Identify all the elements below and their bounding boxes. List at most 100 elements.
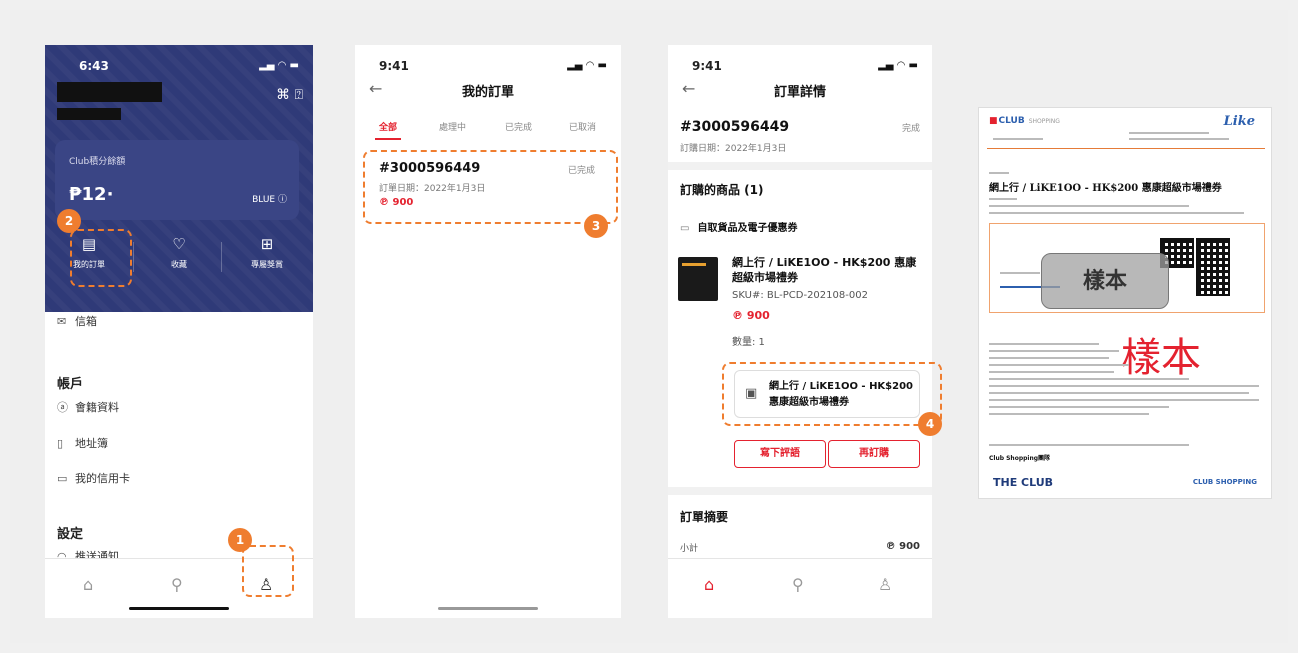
subtotal-value: ℗ 900 — [885, 541, 920, 552]
fine-print — [989, 198, 1017, 200]
tab-completed[interactable]: 已完成 — [505, 120, 532, 133]
fine-print — [989, 399, 1259, 401]
divider — [133, 242, 134, 272]
order-date: 訂購日期：2022年1月3日 — [680, 144, 787, 154]
home-tab-icon[interactable]: ⌂ — [704, 575, 714, 594]
fine-print — [989, 413, 1149, 415]
document-header: ■CLUB SHOPPING Like — [987, 114, 1265, 138]
redacted-id — [57, 108, 121, 120]
section-divider — [668, 162, 932, 170]
my-orders-screen: 9:41 ▂▄ ◠ ▬ ← 我的訂單 全部 處理中 已完成 已取消 #30005… — [355, 45, 621, 618]
signoff: Club Shopping團隊 — [989, 455, 1051, 462]
nav-favorites-label: 收藏 — [171, 260, 187, 269]
home-indicator — [129, 607, 229, 610]
order-number: #3000596449 — [680, 119, 790, 135]
product-sku: SKU#: BL-PCD-202108-002 — [732, 290, 868, 301]
inbox-label: 信箱 — [75, 315, 97, 328]
order-details-screen: 9:41 ▂▄ ◠ ▬ ← 訂單詳情 #3000596449 完成 訂購日期：2… — [668, 45, 932, 618]
points-label: Club積分餘額 — [69, 157, 126, 167]
fine-print — [989, 364, 1129, 366]
write-review-button[interactable]: 寫下評語 — [734, 440, 826, 468]
fine-print — [989, 172, 1009, 174]
status-icons: ▂▄ ◠ ▬ — [878, 60, 918, 71]
account-screen: 6:43 ▂▄ ◠ ▬ ⌘ ⍰ Club積分餘額 ₱12· BLUE ⓘ ▤ 我… — [45, 45, 313, 618]
step-badge-4: 4 — [918, 412, 942, 436]
club-shopping-logo-small: CLUB SHOPPING — [1192, 478, 1257, 486]
document-footer: THE CLUB CLUB SHOPPING — [979, 468, 1271, 498]
nav-favorites[interactable]: ♡ 收藏 — [135, 235, 223, 270]
highlight-profile-tab — [242, 545, 294, 597]
profile-row[interactable]: ⓐ 會籍資料 — [57, 399, 119, 415]
nav-bar: ← 我的訂單 — [355, 75, 621, 105]
step-badge-1: 1 — [228, 528, 252, 552]
fine-print — [989, 357, 1109, 359]
document-title: 網上行 / LiKE1OO - HK$200 惠康超級市場禮券 — [989, 183, 1222, 194]
the-club-logo: THE CLUB — [993, 476, 1054, 489]
gift-icon: ⊞ — [260, 235, 274, 253]
highlight-order-card — [363, 150, 618, 224]
fine-print — [989, 406, 1169, 408]
voucher-document: ■CLUB SHOPPING Like 網上行 / LiKE1OO - HK$20… — [978, 107, 1272, 499]
fine-print — [989, 205, 1189, 207]
nav-rewards[interactable]: ⊞ 專屬獎賞 — [223, 235, 311, 270]
card-icon: ▭ — [57, 472, 68, 485]
fine-print — [989, 343, 1099, 345]
section-divider — [668, 487, 932, 495]
tab-bar: ⌂ ⚲ ♙ — [668, 558, 932, 618]
fine-print — [989, 371, 1114, 373]
fine-print — [989, 350, 1119, 352]
search-tab-icon[interactable]: ⚲ — [792, 575, 804, 594]
status-icons: ▂▄ ◠ ▬ — [567, 60, 607, 71]
divider — [221, 242, 222, 272]
tab-underline — [375, 138, 401, 140]
address-book-row[interactable]: ▯ 地址簿 — [57, 435, 108, 451]
fine-print — [989, 385, 1259, 387]
nav-bar: ← 訂單詳情 — [668, 75, 932, 105]
inbox-row[interactable]: ✉ 信箱 — [57, 313, 97, 329]
redacted-name — [57, 82, 162, 102]
header-rule — [987, 148, 1265, 149]
order-status: 完成 — [901, 124, 920, 134]
tab-all[interactable]: 全部 — [379, 120, 397, 133]
tab-processing[interactable]: 處理中 — [439, 120, 466, 133]
account-heading: 帳戶 — [57, 377, 84, 392]
fine-print — [1129, 132, 1209, 134]
product-name[interactable]: 網上行 / LiKE1OO - HK$200 惠康超級市場禮券 — [732, 255, 922, 285]
delivery-type: ▭ 自取貨品及電子優惠券 — [680, 223, 798, 234]
status-time: 9:41 — [692, 59, 722, 73]
address-book-label: 地址簿 — [75, 437, 108, 450]
tier-label[interactable]: BLUE ⓘ — [252, 192, 287, 205]
club-shopping-logo: ■CLUB SHOPPING — [989, 116, 1060, 126]
order-tabs: 全部 處理中 已完成 已取消 — [355, 120, 621, 146]
tab-cancelled[interactable]: 已取消 — [569, 120, 596, 133]
fine-print — [989, 212, 1244, 214]
profile-label: 會籍資料 — [75, 401, 119, 414]
credit-card-label: 我的信用卡 — [75, 472, 130, 485]
product-quantity: 數量: 1 — [732, 337, 765, 348]
page-title: 訂單詳情 — [773, 85, 826, 100]
fine-print — [1129, 138, 1229, 140]
reorder-button[interactable]: 再訂購 — [828, 440, 920, 468]
points-card: Club積分餘額 ₱12· BLUE ⓘ — [55, 140, 299, 220]
scan-icon[interactable]: ⌘ ⍰ — [276, 87, 303, 103]
points-value: ₱12· — [69, 184, 114, 205]
person-icon: ⓐ — [57, 401, 68, 414]
product-thumbnail — [678, 257, 718, 301]
summary-heading: 訂單摘要 — [680, 510, 729, 524]
credit-card-row[interactable]: ▭ 我的信用卡 — [57, 470, 130, 486]
status-time: 9:41 — [379, 59, 409, 73]
fine-print — [989, 444, 1189, 446]
heart-icon: ♡ — [172, 235, 186, 253]
step-badge-3: 3 — [584, 214, 608, 238]
sample-watermark: 樣本 — [1041, 253, 1169, 309]
product-price: ℗ 900 — [732, 309, 770, 322]
qr-code-icon — [1196, 238, 1230, 296]
mail-icon: ✉ — [57, 315, 67, 328]
home-tab-icon[interactable]: ⌂ — [83, 575, 93, 594]
home-indicator — [438, 607, 538, 610]
search-tab-icon[interactable]: ⚲ — [171, 575, 183, 594]
fine-print — [993, 138, 1043, 140]
step-badge-2: 2 — [57, 209, 81, 233]
items-heading: 訂購的商品 (1) — [680, 183, 764, 197]
profile-tab-icon[interactable]: ♙ — [878, 575, 892, 594]
